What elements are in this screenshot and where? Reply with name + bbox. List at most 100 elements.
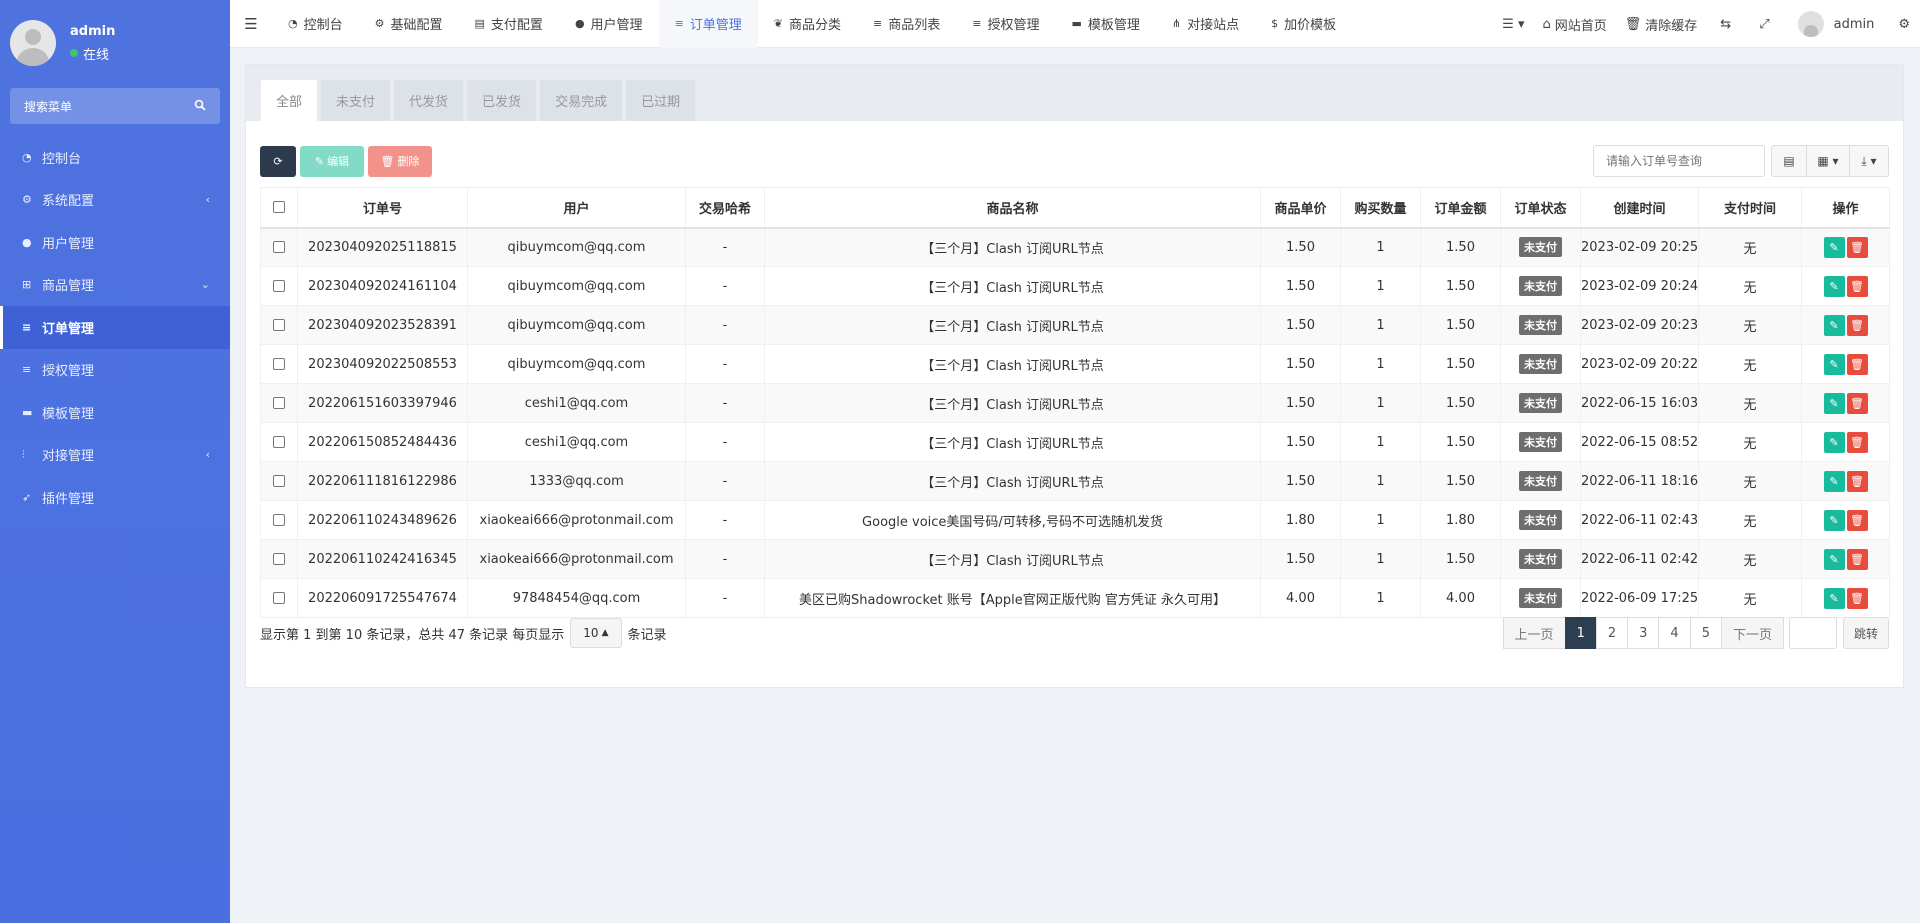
row-edit-button[interactable]: ✎ (1823, 392, 1845, 414)
column-header[interactable]: 操作 (1801, 187, 1890, 229)
table-cell: 2022-06-11 02:43:48 (1580, 500, 1699, 540)
sidebar-item-0[interactable]: ◔ 控制台 (0, 136, 230, 179)
row-checkbox[interactable] (273, 358, 285, 370)
row-checkbox[interactable] (273, 553, 285, 565)
select-all-checkbox[interactable] (273, 201, 285, 214)
nav-tab-10[interactable]: $ 加价模板 (1255, 0, 1352, 48)
column-header[interactable]: 购买数量 (1340, 187, 1421, 229)
row-checkbox[interactable] (273, 436, 285, 448)
edit-button[interactable]: ✎ 编辑 (300, 145, 364, 177)
row-delete-button[interactable]: 🗑 (1846, 431, 1868, 453)
page-button-5[interactable]: 5 (1689, 617, 1722, 649)
status-tab-4[interactable]: 交易完成 (540, 80, 623, 121)
column-header[interactable]: 订单号 (297, 187, 468, 229)
row-delete-button[interactable]: 🗑 (1846, 275, 1868, 297)
order-search-input[interactable] (1593, 145, 1765, 177)
next-page-button[interactable]: 下一页 (1720, 617, 1784, 649)
nav-tab-4[interactable]: ≡ 订单管理 (658, 0, 758, 48)
nav-tab-3[interactable]: ● 用户管理 (559, 0, 659, 48)
row-delete-button[interactable]: 🗑 (1846, 236, 1868, 258)
row-delete-button[interactable]: 🗑 (1846, 392, 1868, 414)
row-edit-button[interactable]: ✎ (1823, 470, 1845, 492)
nav-tab-5[interactable]: ❦ 商品分类 (758, 0, 857, 48)
toggle-view-button[interactable]: ▤ (1771, 145, 1807, 177)
nav-tab-7[interactable]: ≡ 授权管理 (956, 0, 1055, 48)
search-icon[interactable] (194, 99, 206, 114)
table-row: 202304092025118815 qibuymcom@qq.com - 【三个月】… (260, 227, 1890, 267)
settings-gear-icon[interactable]: ⚙ (1888, 17, 1920, 32)
sidebar-item-4[interactable]: ≡ 订单管理 (0, 306, 230, 349)
columns-dropdown-button[interactable]: ▦ ▾ (1806, 145, 1850, 177)
column-header[interactable]: 订单金额 (1420, 187, 1501, 229)
column-header[interactable]: 交易哈希 (685, 187, 765, 229)
translate-icon[interactable]: ⇆ (1706, 17, 1745, 32)
sidebar-item-7[interactable]: ⫶ 对接管理 ‹ (0, 434, 230, 477)
row-edit-button[interactable]: ✎ (1823, 275, 1845, 297)
table-cell: 1 (1340, 500, 1421, 540)
row-checkbox[interactable] (273, 514, 285, 526)
row-checkbox[interactable] (273, 241, 285, 254)
refresh-button[interactable]: ⟳ (260, 145, 296, 177)
jump-button[interactable]: 跳转 (1842, 617, 1889, 649)
page-size-select[interactable]: 10 ▲ (570, 618, 622, 648)
row-checkbox[interactable] (273, 475, 285, 487)
sidebar-item-5[interactable]: ≡ 授权管理 (0, 349, 230, 392)
row-edit-button[interactable]: ✎ (1823, 236, 1845, 258)
column-header[interactable]: 支付时间 (1698, 187, 1802, 229)
sidebar-item-2[interactable]: ● 用户管理 (0, 221, 230, 264)
page-button-3[interactable]: 3 (1627, 617, 1660, 649)
status-tab-2[interactable]: 代发货 (394, 80, 464, 121)
admin-menu[interactable]: admin (1784, 11, 1889, 37)
row-checkbox[interactable] (273, 280, 285, 292)
clear-cache-button[interactable]: 🗑 清除缓存 (1616, 15, 1707, 34)
row-edit-button[interactable]: ✎ (1823, 548, 1845, 570)
status-tab-3[interactable]: 已发货 (467, 80, 537, 121)
page-button-1[interactable]: 1 (1564, 617, 1597, 649)
nav-tab-6[interactable]: ≡ 商品列表 (857, 0, 956, 48)
row-edit-button[interactable]: ✎ (1823, 509, 1845, 531)
nav-tab-1[interactable]: ⚙ 基础配置 (359, 0, 459, 48)
row-edit-button[interactable]: ✎ (1823, 314, 1845, 336)
layout-dropdown-button[interactable]: ☰ ▾ (1493, 17, 1533, 32)
row-delete-button[interactable]: 🗑 (1846, 353, 1868, 375)
row-edit-button[interactable]: ✎ (1823, 353, 1845, 375)
table-cell: 未支付 (1500, 344, 1581, 384)
column-header[interactable]: 商品名称 (764, 187, 1261, 229)
nav-tab-0[interactable]: ◔ 控制台 (272, 0, 359, 48)
row-delete-button[interactable]: 🗑 (1846, 587, 1868, 609)
row-edit-button[interactable]: ✎ (1823, 587, 1845, 609)
nav-tab-2[interactable]: ▤ 支付配置 (459, 0, 559, 48)
page-button-2[interactable]: 2 (1595, 617, 1629, 649)
sidebar-search[interactable]: 搜索菜单 (10, 88, 220, 124)
prev-page-button[interactable]: 上一页 (1502, 617, 1566, 649)
nav-tab-9[interactable]: ⋔ 对接站点 (1156, 0, 1255, 48)
row-checkbox[interactable] (273, 319, 285, 331)
status-badge: 未支付 (1519, 237, 1562, 258)
sidebar-item-1[interactable]: ⚙ 系统配置 ‹ (0, 179, 230, 222)
export-dropdown-button[interactable]: ⤓ ▾ (1849, 145, 1889, 177)
row-delete-button[interactable]: 🗑 (1846, 509, 1868, 531)
sidebar-item-6[interactable]: ▬ 模板管理 (0, 391, 230, 434)
row-delete-button[interactable]: 🗑 (1846, 470, 1868, 492)
column-header[interactable]: 商品单价 (1260, 187, 1341, 229)
row-checkbox[interactable] (273, 592, 285, 604)
column-header[interactable]: 用户 (467, 187, 686, 229)
row-checkbox[interactable] (273, 397, 285, 409)
row-edit-button[interactable]: ✎ (1823, 431, 1845, 453)
column-header[interactable]: 创建时间 (1580, 187, 1699, 229)
menu-toggle-icon[interactable]: ☰ (230, 15, 272, 33)
nav-tab-8[interactable]: ▬ 模板管理 (1056, 0, 1156, 48)
page-button-4[interactable]: 4 (1658, 617, 1691, 649)
fullscreen-icon[interactable]: ⤢ (1745, 17, 1783, 32)
jump-page-input[interactable] (1788, 617, 1837, 649)
sidebar-item-8[interactable]: ➶ 插件管理 (0, 476, 230, 519)
status-tab-5[interactable]: 已过期 (626, 80, 696, 121)
row-delete-button[interactable]: 🗑 (1846, 548, 1868, 570)
sidebar-item-3[interactable]: ⊞ 商品管理 ⌄ (0, 264, 230, 307)
status-tab-1[interactable]: 未支付 (321, 80, 391, 121)
row-delete-button[interactable]: 🗑 (1846, 314, 1868, 336)
status-tab-0[interactable]: 全部 (261, 80, 318, 121)
delete-button[interactable]: 🗑 删除 (368, 145, 432, 177)
home-link[interactable]: ⌂ 网站首页 (1533, 15, 1615, 34)
column-header[interactable]: 订单状态 (1500, 187, 1581, 229)
